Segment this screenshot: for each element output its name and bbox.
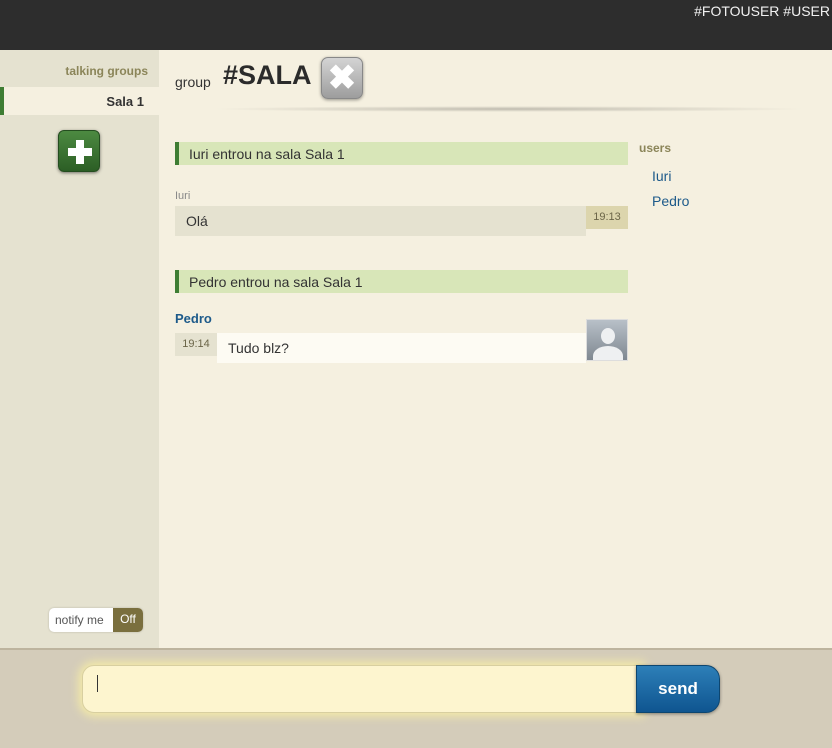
close-icon: ✖: [327, 59, 357, 97]
message-author: Iuri: [175, 190, 191, 202]
users-heading: users: [639, 141, 672, 155]
message-time: 19:14: [175, 333, 217, 356]
send-button[interactable]: send: [636, 665, 720, 713]
message-bubble: Olá: [175, 206, 586, 236]
notify-state: Off: [113, 608, 143, 632]
message-author: Pedro: [175, 311, 212, 326]
avatar-body: [593, 346, 623, 360]
sidebar-heading: talking groups: [65, 64, 148, 78]
sidebar-item-label: Sala 1: [106, 94, 144, 109]
close-room-button[interactable]: ✖: [321, 57, 363, 99]
message-text: Olá: [186, 213, 208, 229]
message-text: Tudo blz?: [228, 340, 289, 356]
message-time: 19:13: [586, 206, 628, 229]
sidebar-item-sala-1[interactable]: Sala 1: [0, 87, 159, 115]
group-label: group: [175, 74, 211, 90]
text-caret: [97, 675, 98, 692]
room-header: group #SALA ✖: [159, 50, 832, 112]
notice-text: Iuri entrou na sala Sala 1: [189, 146, 345, 162]
top-bar: #FOTOUSER #USER: [0, 0, 832, 50]
notice-text: Pedro entrou na sala Sala 1: [189, 274, 363, 290]
notify-toggle[interactable]: notify me Off: [49, 608, 143, 632]
avatar-placeholder-icon: [586, 319, 628, 361]
user-list-item[interactable]: Pedro: [652, 193, 689, 209]
user-list-item[interactable]: Iuri: [652, 168, 671, 184]
composer-bar: send: [0, 648, 832, 748]
notify-label: notify me: [55, 613, 104, 627]
system-notice: Iuri entrou na sala Sala 1: [175, 142, 628, 165]
sidebar: talking groups Sala 1 notify me Off: [0, 50, 159, 648]
message-input-wrapper: [82, 665, 642, 713]
system-notice: Pedro entrou na sala Sala 1: [175, 270, 628, 293]
message-bubble: Tudo blz?: [217, 333, 586, 363]
avatar-head: [601, 328, 615, 344]
page-title: #SALA: [223, 60, 312, 90]
current-user-label[interactable]: #FOTOUSER #USER: [694, 3, 830, 19]
message-input[interactable]: [95, 674, 625, 704]
header-divider: [209, 106, 809, 112]
add-group-button[interactable]: [58, 130, 100, 172]
